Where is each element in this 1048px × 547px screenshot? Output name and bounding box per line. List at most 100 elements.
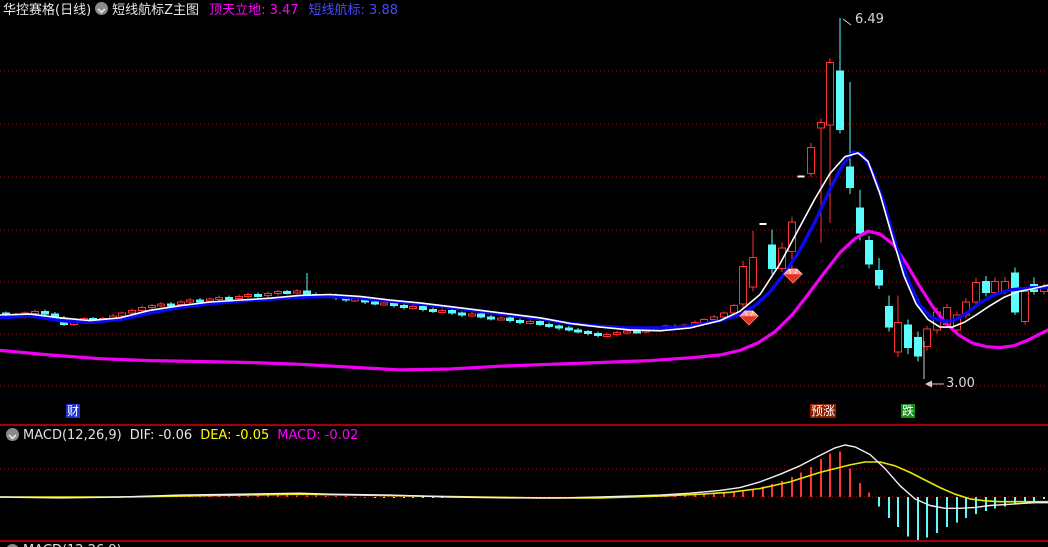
up-candle xyxy=(438,309,446,313)
blue-mid-ma xyxy=(0,150,1048,330)
down-candle xyxy=(584,331,592,335)
next-panel-clipped-header: MACD(12,26,9) xyxy=(2,543,122,547)
up-candle xyxy=(972,281,980,303)
down-candle xyxy=(768,244,776,269)
up-candle xyxy=(720,312,728,318)
up-candle xyxy=(177,301,185,306)
down-candle xyxy=(196,299,204,303)
down-candle xyxy=(400,305,408,309)
indicator-value-1: 顶天立地: 3.47 xyxy=(209,3,299,18)
up-candle xyxy=(807,146,815,174)
main-chart-header: 华控赛格(日线) 短线航标Z主图 顶天立地: 3.47 短线航标: 3.88 xyxy=(0,2,1048,19)
macd-value: MACD: -0.02 xyxy=(277,428,359,443)
down-candle xyxy=(875,269,883,286)
stock-title: 华控赛格(日线) xyxy=(3,3,92,18)
down-candle xyxy=(536,321,544,325)
up-candle xyxy=(274,291,282,295)
candlestick-and-macd-chart[interactable] xyxy=(0,0,1048,547)
down-candle xyxy=(516,320,524,324)
high-price-label: 6.49 xyxy=(855,12,884,27)
signal-tag-cai: 财 xyxy=(66,404,81,418)
dif-line xyxy=(0,444,1048,509)
bottom-panel-divider[interactable] xyxy=(0,540,1048,542)
chevron-down-circle-icon[interactable] xyxy=(95,2,109,15)
up-candle xyxy=(1021,291,1029,323)
dea-value: DEA: -0.05 xyxy=(200,428,270,443)
up-candle xyxy=(817,121,825,129)
macd-header: MACD(12,26,9) DIF: -0.06 DEA: -0.05 MACD: -… xyxy=(2,428,358,444)
up-candle xyxy=(923,328,931,348)
down-candle xyxy=(419,306,427,310)
high-callout-tick xyxy=(842,18,852,26)
panel-divider[interactable] xyxy=(0,424,1048,426)
down-candle xyxy=(856,207,864,234)
down-candle xyxy=(914,336,922,357)
up-candle xyxy=(138,307,146,311)
down-candle xyxy=(458,312,466,316)
up-candle xyxy=(710,316,718,321)
down-candle xyxy=(225,296,233,300)
down-candle xyxy=(633,330,641,334)
up-candle xyxy=(749,256,757,288)
down-candle xyxy=(254,294,262,298)
indicator-value-2: 短线航标: 3.88 xyxy=(308,3,398,18)
magenta-slow-ma xyxy=(0,229,1048,372)
diamond-signal-icon xyxy=(783,273,803,284)
down-candle xyxy=(506,317,514,322)
down-candle xyxy=(477,313,485,318)
up-candle xyxy=(497,317,505,321)
down-candle xyxy=(846,166,854,188)
up-candle xyxy=(730,305,738,314)
down-candle xyxy=(574,329,582,333)
down-candle xyxy=(545,323,553,327)
up-candle xyxy=(293,290,301,294)
up-candle xyxy=(603,334,611,338)
down-candle xyxy=(555,325,563,329)
up-candle xyxy=(409,306,417,310)
up-candle xyxy=(118,312,126,317)
up-candle xyxy=(739,266,747,305)
down-candle xyxy=(836,70,844,131)
stock-chart-app: 华控赛格(日线) 短线航标Z主图 顶天立地: 3.47 短线航标: 3.88 财 预涨… xyxy=(0,0,1048,547)
down-candle xyxy=(982,280,990,294)
down-candle xyxy=(371,301,379,305)
signal-tag-yuzhang: 预涨 xyxy=(810,404,837,418)
down-candle xyxy=(303,290,311,296)
up-candle xyxy=(31,310,39,314)
down-candle xyxy=(885,306,893,328)
down-candle xyxy=(594,333,602,337)
up-candle xyxy=(235,295,243,299)
low-price-label: 3.00 xyxy=(946,376,975,391)
up-candle xyxy=(148,305,156,309)
up-candle xyxy=(186,299,194,303)
up-candle xyxy=(826,62,834,126)
clipped-header-text: MACD(12,26,9) xyxy=(23,543,122,547)
up-candle xyxy=(244,294,252,298)
down-candle xyxy=(167,303,175,307)
up-candle xyxy=(613,332,621,336)
up-candle xyxy=(526,321,534,325)
down-candle xyxy=(565,327,573,331)
dif-value: DIF: -0.06 xyxy=(129,428,193,443)
signal-tag-die: 跌 xyxy=(901,404,916,418)
down-candle xyxy=(865,240,873,265)
up-candle xyxy=(380,302,388,306)
up-candle xyxy=(991,280,999,294)
up-candle xyxy=(215,296,223,300)
down-candle xyxy=(904,324,912,349)
down-candle xyxy=(448,309,456,314)
flat-candle xyxy=(797,175,805,178)
flat-candle xyxy=(759,222,767,225)
up-candle xyxy=(157,303,165,307)
up-candle xyxy=(623,330,631,334)
up-candle xyxy=(894,321,902,353)
chevron-down-circle-icon-macd[interactable] xyxy=(6,428,19,441)
down-candle xyxy=(429,308,437,312)
down-candle xyxy=(41,310,49,315)
down-candle xyxy=(487,316,495,320)
up-candle xyxy=(264,293,272,297)
indicator-title: 短线航标Z主图 xyxy=(112,3,200,18)
up-candle xyxy=(468,313,476,317)
diamond-signal-icon xyxy=(739,315,759,326)
up-candle xyxy=(128,309,136,314)
